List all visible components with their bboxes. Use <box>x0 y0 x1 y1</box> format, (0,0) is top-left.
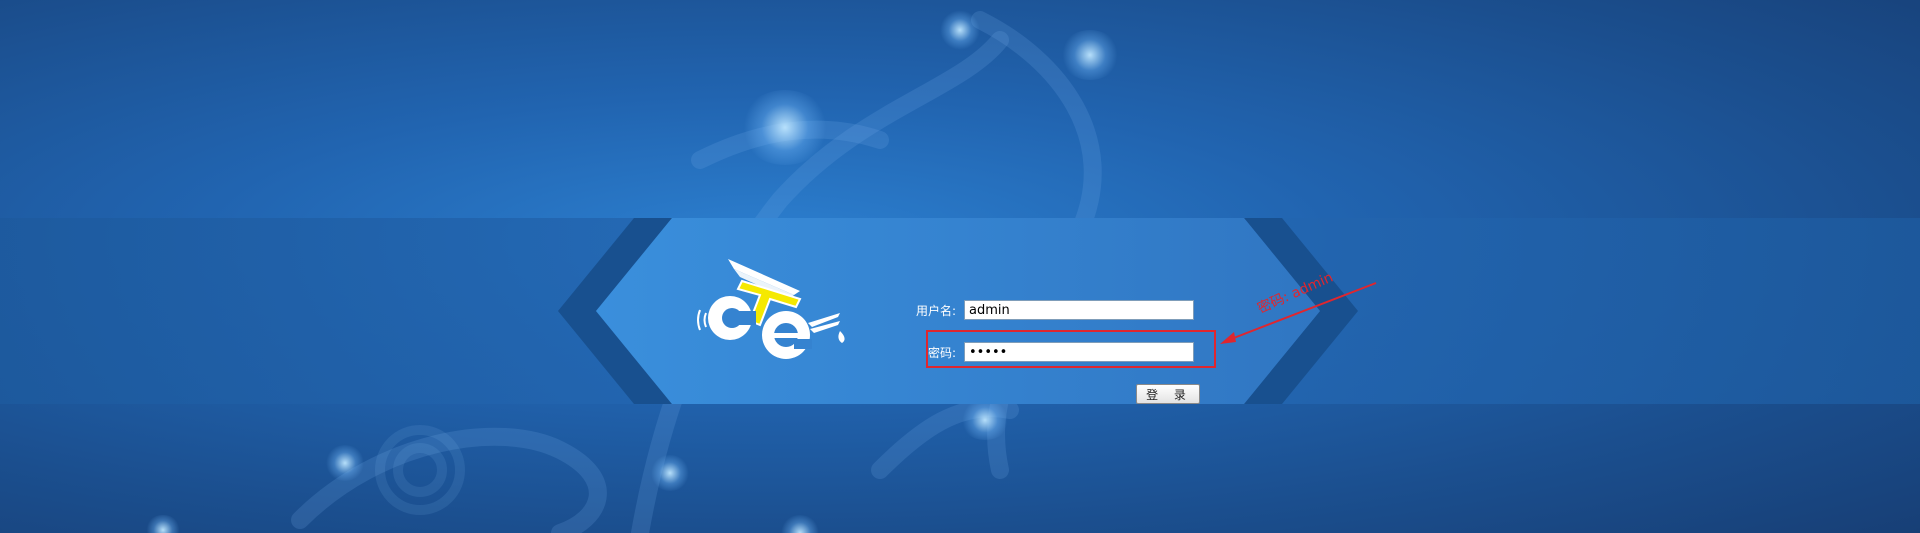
login-page: 用户名: 密码: 登 录 密码: admin <box>0 0 1920 533</box>
password-label: 密码: <box>927 345 956 360</box>
light-glow <box>1060 30 1120 80</box>
username-label: 用户名: <box>915 303 956 318</box>
login-form: 用户名: 密码: 登 录 <box>900 296 1230 416</box>
light-glow <box>325 445 365 481</box>
light-glow <box>740 90 830 165</box>
password-row: 密码: <box>900 341 1230 363</box>
username-row: 用户名: <box>900 299 1230 321</box>
light-glow <box>780 515 820 533</box>
light-glow <box>650 455 690 491</box>
username-input[interactable] <box>964 300 1194 320</box>
light-glow <box>940 10 980 50</box>
light-glow <box>145 515 181 533</box>
cte-logo <box>697 259 845 359</box>
password-input[interactable] <box>964 342 1194 362</box>
login-button[interactable]: 登 录 <box>1136 384 1200 404</box>
